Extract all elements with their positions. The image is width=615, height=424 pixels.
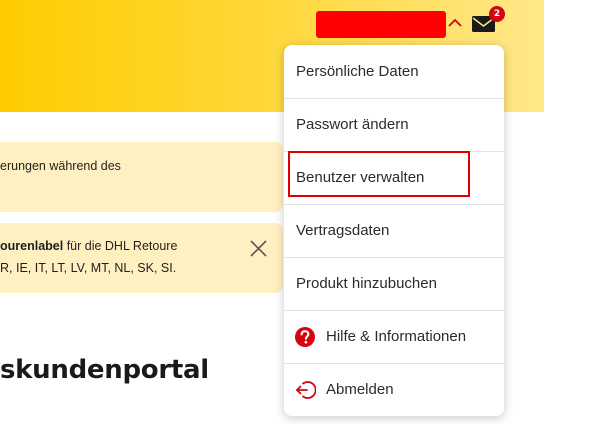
menu-item-label: Abmelden bbox=[326, 381, 394, 398]
notice-box: erungen während des bbox=[0, 142, 283, 212]
notice-text-line2: R, IE, IT, LT, LV, MT, NL, SK, SI. bbox=[0, 261, 177, 275]
menu-item-label: Passwort ändern bbox=[296, 116, 409, 133]
menu-item-label: Benutzer verwalten bbox=[296, 169, 425, 186]
user-menu-dropdown: Persönliche Daten Passwort ändern Benutz… bbox=[284, 45, 504, 416]
menu-item-change-password[interactable]: Passwort ändern bbox=[284, 98, 504, 150]
notice-text-line1: ourenlabel für die DHL Retoure bbox=[0, 237, 177, 256]
chevron-up-icon[interactable] bbox=[447, 16, 463, 28]
menu-item-personal-data[interactable]: Persönliche Daten bbox=[284, 45, 504, 97]
menu-item-label: Hilfe & Informationen bbox=[326, 328, 467, 345]
help-icon bbox=[294, 326, 316, 348]
menu-item-manage-users[interactable]: Benutzer verwalten bbox=[284, 151, 504, 203]
username-redacted[interactable] bbox=[316, 11, 446, 38]
menu-item-contract-data[interactable]: Vertragsdaten bbox=[284, 204, 504, 256]
notice-bold-text: ourenlabel bbox=[0, 239, 64, 253]
menu-item-label: Produkt hinzubuchen bbox=[296, 275, 437, 292]
menu-item-logout[interactable]: Abmelden bbox=[284, 363, 504, 415]
close-icon[interactable] bbox=[249, 239, 268, 258]
notification-badge: 2 bbox=[489, 6, 505, 22]
page-title: skundenportal bbox=[0, 355, 209, 385]
menu-item-label: Persönliche Daten bbox=[296, 62, 419, 80]
menu-item-label: Vertragsdaten bbox=[296, 222, 390, 239]
logout-icon bbox=[294, 379, 316, 401]
menu-item-add-product[interactable]: Produkt hinzubuchen bbox=[284, 257, 504, 309]
menu-item-help[interactable]: Hilfe & Informationen bbox=[284, 310, 504, 362]
notice-text: erungen während des bbox=[0, 159, 121, 173]
notice-box-retoure: ourenlabel für die DHL Retoure R, IE, IT… bbox=[0, 223, 283, 293]
notice-text-rest: für die DHL Retoure bbox=[63, 239, 178, 253]
